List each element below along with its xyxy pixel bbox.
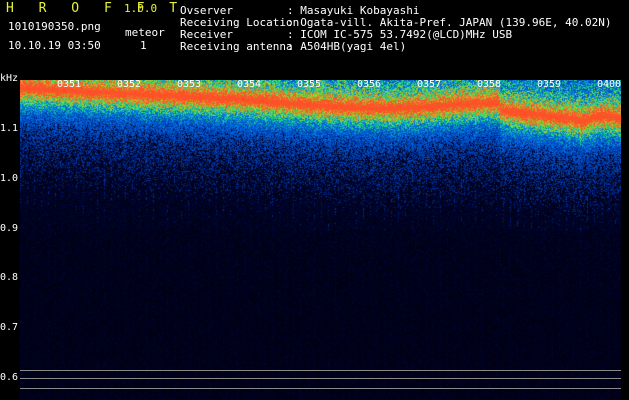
x-tick-0351: 0351 xyxy=(57,79,82,90)
location-value: : Ogata-vill. Akita-Pref. JAPAN (139.96E… xyxy=(287,16,612,29)
receiver-value: : ICOM IC-575 53.7492(@LCD)MHz USB xyxy=(287,28,513,41)
reference-line xyxy=(20,370,621,371)
y-tick-0-8: 0.8 xyxy=(0,272,19,283)
antenna-label: Receiving antenna xyxy=(180,40,293,53)
app-logo: H R O F F T xyxy=(6,1,186,16)
header-panel: H R O F F T 1.0.0 1010190350.png 10.10.1… xyxy=(0,0,629,76)
receiver-label: Receiver xyxy=(180,28,233,41)
reference-line xyxy=(20,378,621,379)
meteor-counter-value: 1 xyxy=(140,39,147,52)
location-label: Receiving Location xyxy=(180,16,300,29)
datetime: 10.10.19 03:50 xyxy=(8,39,101,52)
x-tick-0353: 0353 xyxy=(177,79,202,90)
y-tick-0-9: 0.9 xyxy=(0,223,19,234)
x-tick-0356: 0356 xyxy=(357,79,382,90)
observer-label: Ovserver xyxy=(180,4,233,17)
x-tick-0359: 0359 xyxy=(537,79,562,90)
y-axis-unit: kHz xyxy=(0,73,19,84)
right-margin xyxy=(621,80,629,400)
meteor-counter-label: meteor xyxy=(125,26,165,39)
y-tick-1-0: 1.0 xyxy=(0,173,19,184)
y-tick-1-1: 1.1 xyxy=(0,123,19,134)
x-tick-0352: 0352 xyxy=(117,79,142,90)
spectrogram-canvas xyxy=(20,80,621,400)
x-tick-0400: 0400 xyxy=(597,79,622,90)
x-tick-0357: 0357 xyxy=(417,79,442,90)
filename: 1010190350.png xyxy=(8,20,101,33)
reference-line xyxy=(20,388,621,389)
x-tick-0358: 0358 xyxy=(477,79,502,90)
spectrogram xyxy=(20,80,621,400)
y-tick-0-6: 0.6 xyxy=(0,372,19,383)
app-version: 1.0.0 xyxy=(124,2,158,15)
x-tick-0355: 0355 xyxy=(297,79,322,90)
observer-value: : Masayuki Kobayashi xyxy=(287,4,420,17)
x-tick-0354: 0354 xyxy=(237,79,262,90)
antenna-value: : A504HB(yagi 4el) xyxy=(287,40,407,53)
y-tick-0-7: 0.7 xyxy=(0,322,19,333)
